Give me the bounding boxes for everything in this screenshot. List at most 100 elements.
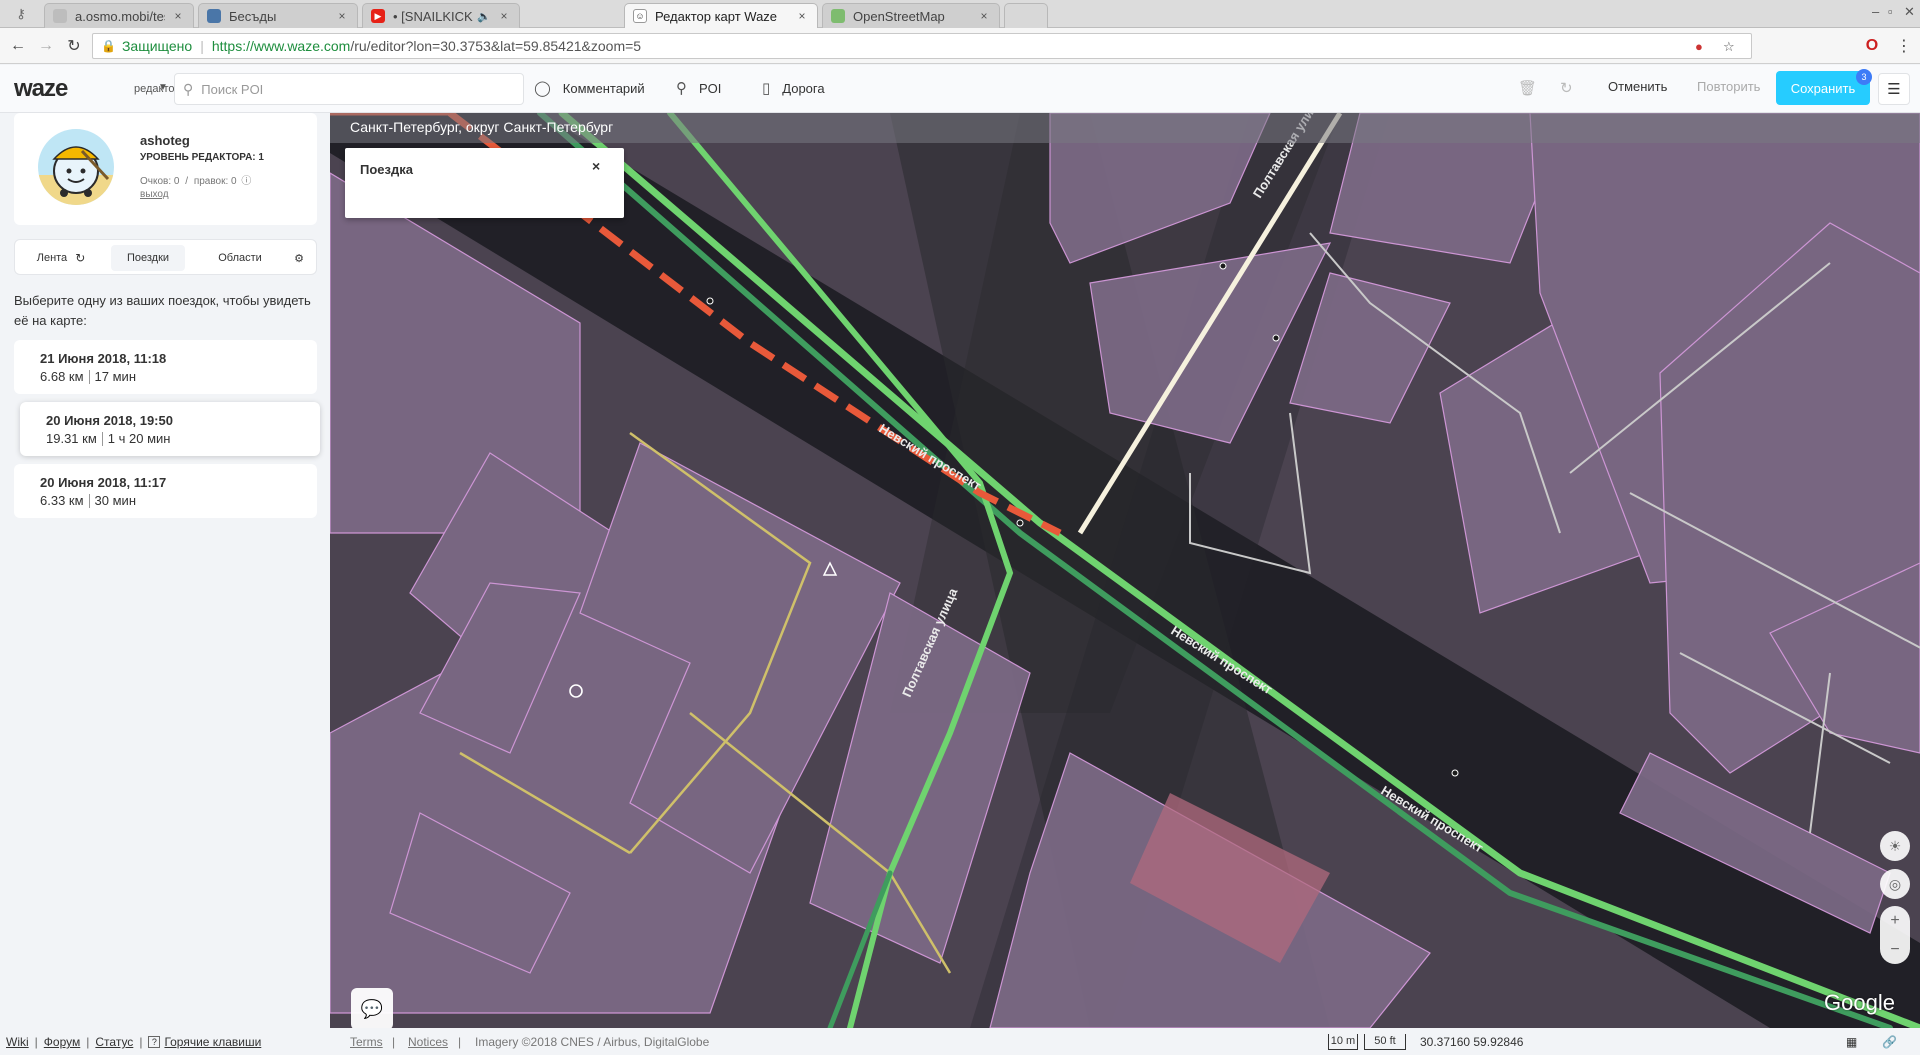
edits-count: правок: 0: [193, 176, 237, 187]
stats-separator: /: [185, 176, 189, 187]
osm-favicon-icon: [831, 9, 845, 23]
new-tab-button[interactable]: [1004, 3, 1048, 28]
terms-link[interactable]: Terms: [350, 1035, 383, 1049]
close-icon[interactable]: ×: [977, 9, 991, 23]
close-icon[interactable]: ×: [171, 9, 185, 23]
location-pin-icon: ⚲: [676, 80, 687, 97]
browser-tab[interactable]: a.osmo.mobi/test ×: [44, 3, 194, 28]
map-view-icon[interactable]: ▦: [1846, 1035, 1857, 1049]
forum-link[interactable]: Форум: [44, 1035, 80, 1049]
browser-tab[interactable]: ▶ • [SNAILKICK СМОТ 🔈 ×: [362, 3, 520, 28]
redo-arrow-icon[interactable]: ↻: [1560, 79, 1573, 97]
undo-button[interactable]: Отменить: [1608, 79, 1667, 94]
drive-distance: 19.31 км: [46, 431, 97, 446]
logout-link[interactable]: выход: [140, 189, 169, 200]
lock-icon: 🔒: [101, 39, 116, 53]
save-count-badge: 3: [1856, 69, 1872, 85]
map-canvas[interactable]: Невский проспект Невский проспект Невски…: [330, 113, 1920, 1028]
sidebar-tabs: Лента ↻ Поездки Области ⚙: [14, 239, 317, 275]
restore-icon[interactable]: ▫: [1888, 4, 1893, 19]
browser-tab-active[interactable]: ☺ Редактор карт Waze ×: [624, 3, 818, 28]
opera-icon[interactable]: O: [1862, 36, 1882, 56]
chat-icon: [207, 9, 221, 23]
zoom-in-icon[interactable]: +: [1880, 906, 1910, 935]
reload-icon[interactable]: ↻: [64, 36, 84, 56]
wiki-link[interactable]: Wiki: [6, 1035, 29, 1049]
divider: [101, 431, 103, 446]
waze-favicon-icon: ☺: [633, 9, 647, 23]
hotkeys-link[interactable]: Горячие клавиши: [164, 1035, 261, 1049]
trash-icon[interactable]: 🗑: [1518, 79, 1537, 97]
divider: [88, 493, 90, 508]
bookmark-star-icon[interactable]: ☆: [1723, 39, 1735, 55]
search-input[interactable]: [201, 81, 502, 97]
locate-icon[interactable]: ◎: [1880, 869, 1910, 899]
drive-popup: Поездка ×: [345, 148, 624, 218]
poi-button[interactable]: ⚲ POI: [676, 79, 721, 97]
drive-date: 20 Июня 2018, 19:50: [46, 413, 173, 428]
speaker-icon[interactable]: 🔈: [477, 10, 491, 23]
road-icon: ▯: [762, 80, 771, 97]
comment-label: Комментарий: [562, 80, 645, 96]
tab-title: • [SNAILKICK СМОТ: [393, 8, 473, 24]
close-window-icon[interactable]: ✕: [1904, 4, 1915, 20]
close-icon[interactable]: ×: [592, 158, 600, 174]
status-link[interactable]: Статус: [95, 1035, 133, 1049]
minimize-icon[interactable]: –: [1872, 4, 1879, 19]
tracking-blocked-icon[interactable]: ●: [1695, 39, 1703, 54]
drive-distance: 6.68 км: [40, 369, 84, 384]
drive-date: 20 Июня 2018, 11:17: [40, 475, 167, 490]
road-label: Дорога: [782, 80, 825, 96]
refresh-icon[interactable]: ↻: [75, 251, 85, 265]
avatar: [38, 129, 114, 205]
divider: [88, 369, 90, 384]
comment-button[interactable]: ◯ Комментарий: [534, 79, 645, 97]
drive-item-selected[interactable]: 20 Июня 2018, 19:50 19.31 км 1 ч 20 мин: [20, 402, 320, 456]
poi-search[interactable]: ⚲: [174, 73, 524, 105]
user-stats: Очков: 0 / правок: 0 ⓘ: [140, 172, 251, 187]
gear-icon[interactable]: ⚙: [287, 245, 311, 271]
cursor-coordinates: 30.37160 59.92846: [1420, 1035, 1524, 1049]
drive-item[interactable]: 21 Июня 2018, 11:18 6.68 км 17 мин: [14, 340, 317, 394]
close-icon[interactable]: ×: [497, 9, 511, 23]
drive-item[interactable]: 20 Июня 2018, 11:17 6.33 км 30 мин: [14, 464, 317, 518]
chat-bubble-icon[interactable]: 💬: [351, 988, 393, 1030]
tab-drives-label: Поездки: [126, 252, 170, 264]
editor-toolbar: waze редактор ▼ ⚲ ◯ Комментарий ⚲ POI ▯ …: [0, 65, 1920, 113]
layers-icon[interactable]: ☰: [1878, 73, 1910, 105]
notices-link[interactable]: Notices: [408, 1035, 448, 1049]
tab-title: a.osmo.mobi/test: [75, 8, 165, 24]
map-layers-icon[interactable]: ☀: [1880, 831, 1910, 861]
scale-imperial: 50 ft: [1364, 1034, 1406, 1050]
close-icon[interactable]: ×: [335, 9, 349, 23]
map-provider-logo: Google: [1824, 990, 1895, 1015]
redo-button[interactable]: Повторить: [1697, 79, 1760, 94]
tab-areas[interactable]: Области: [195, 245, 285, 271]
browser-tab[interactable]: Бесъды ×: [198, 3, 358, 28]
drive-duration: 17 мин: [94, 369, 136, 384]
close-icon[interactable]: ×: [795, 9, 809, 23]
zoom-out-icon[interactable]: −: [1880, 935, 1910, 964]
tab-drives[interactable]: Поездки: [111, 245, 185, 271]
menu-dots-icon[interactable]: ⋮: [1894, 36, 1914, 56]
back-icon[interactable]: ←: [8, 36, 28, 56]
poi-label: POI: [699, 80, 722, 96]
info-icon[interactable]: ⓘ: [241, 176, 251, 187]
location-breadcrumb: Санкт-Петербург, округ Санкт-Петербург: [330, 113, 1920, 143]
tab-feed-label: Лента: [36, 252, 68, 264]
separator: |: [200, 38, 204, 54]
waze-logo: waze: [14, 75, 68, 102]
tab-areas-label: Области: [218, 252, 262, 264]
chevron-down-icon[interactable]: ▼: [158, 82, 168, 93]
keyboard-icon: ?: [148, 1036, 161, 1048]
browser-tab[interactable]: OpenStreetMap ×: [822, 3, 1000, 28]
url-input[interactable]: 🔒 Защищено | https://www.waze.com/ru/edi…: [92, 33, 1752, 59]
permalink-icon[interactable]: 🔗: [1882, 1035, 1897, 1049]
sidebar-footer: Wiki | Форум | Статус | ? Горячие клавиш…: [6, 1035, 262, 1049]
url-host: https://www.waze.com: [211, 38, 351, 54]
tab-feed[interactable]: Лента ↻: [21, 245, 101, 271]
drive-duration: 1 ч 20 мин: [107, 431, 171, 446]
road-button[interactable]: ▯ Дорога: [762, 79, 825, 97]
map-imagery: Невский проспект Невский проспект Невски…: [330, 113, 1920, 1028]
forward-icon[interactable]: →: [36, 36, 56, 56]
